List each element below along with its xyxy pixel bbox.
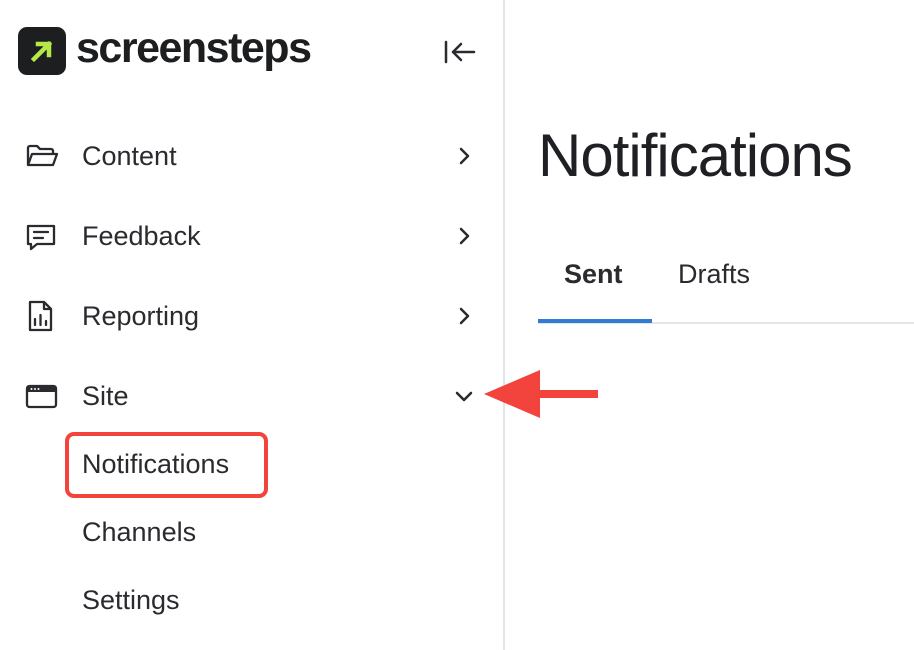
report-icon [24, 300, 60, 332]
page-title: Notifications [538, 122, 853, 189]
chevron-right-icon[interactable] [452, 224, 476, 248]
chevron-down-icon[interactable] [452, 384, 476, 408]
sidebar-item-label: Feedback [82, 221, 201, 251]
chevron-right-icon[interactable] [452, 144, 476, 168]
folder-icon [24, 140, 60, 172]
browser-icon [24, 380, 60, 412]
sidebar-item-feedback[interactable]: Feedback [0, 206, 503, 266]
logo-icon[interactable] [18, 27, 66, 75]
sidebar-item-label: Reporting [82, 301, 200, 331]
sidebar-subitem-channels[interactable]: Channels [82, 516, 196, 548]
sidebar-item-reporting[interactable]: Reporting [0, 286, 503, 346]
chevron-right-icon[interactable] [452, 304, 476, 328]
highlight-annotation [65, 432, 268, 498]
arrow-left-annotation-icon [478, 362, 604, 422]
tab-drafts[interactable]: Drafts [678, 257, 750, 291]
active-tab-indicator [538, 319, 652, 323]
sidebar-item-label: Site [82, 381, 129, 411]
sidebar-item-site[interactable]: Site [0, 366, 503, 426]
logo-text[interactable]: screensteps [76, 22, 312, 74]
sidebar: screensteps Content Feedback Reporting S… [0, 0, 505, 650]
sidebar-item-label: Content [82, 141, 177, 171]
sidebar-item-content[interactable]: Content [0, 126, 503, 186]
collapse-left-icon[interactable] [440, 36, 480, 68]
chat-icon [24, 220, 60, 252]
tab-sent[interactable]: Sent [564, 257, 623, 291]
sidebar-subitem-settings[interactable]: Settings [82, 584, 180, 616]
